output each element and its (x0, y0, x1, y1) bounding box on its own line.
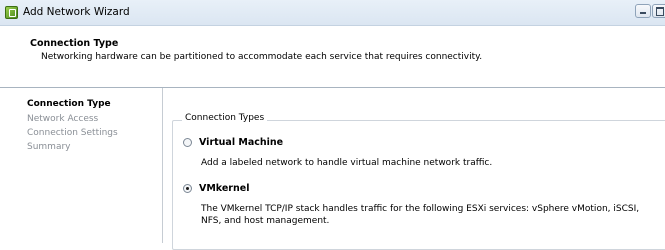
window-title: Add Network Wizard (23, 6, 130, 18)
virtual-machine-description: Add a labeled network to handle virtual … (201, 158, 493, 168)
title-bar: Add Network Wizard (0, 0, 665, 26)
vmkernel-description: The VMkernel TCP/IP stack handles traffi… (201, 204, 640, 226)
virtual-machine-radio[interactable] (183, 138, 192, 147)
maximize-icon[interactable] (652, 4, 665, 18)
wizard-app-icon (5, 6, 18, 19)
wizard-steps-nav: Connection Type Network Access Connectio… (0, 88, 163, 243)
vmkernel-radio[interactable] (183, 184, 192, 193)
step-summary: Summary (27, 142, 71, 152)
virtual-machine-label[interactable]: Virtual Machine (199, 137, 283, 148)
minimize-icon[interactable] (635, 4, 651, 18)
vmkernel-label[interactable]: VMkernel (199, 183, 249, 194)
connection-types-legend: Connection Types (182, 113, 268, 123)
page-title: Connection Type (30, 38, 119, 49)
wizard-body: Connection Type Network Access Connectio… (0, 88, 665, 250)
page-subtitle: Networking hardware can be partitioned t… (41, 52, 483, 62)
step-network-access: Network Access (27, 114, 99, 124)
step-connection-settings: Connection Settings (27, 128, 118, 138)
step-connection-type: Connection Type (27, 99, 111, 109)
wizard-header: Connection Type Networking hardware can … (0, 26, 665, 88)
